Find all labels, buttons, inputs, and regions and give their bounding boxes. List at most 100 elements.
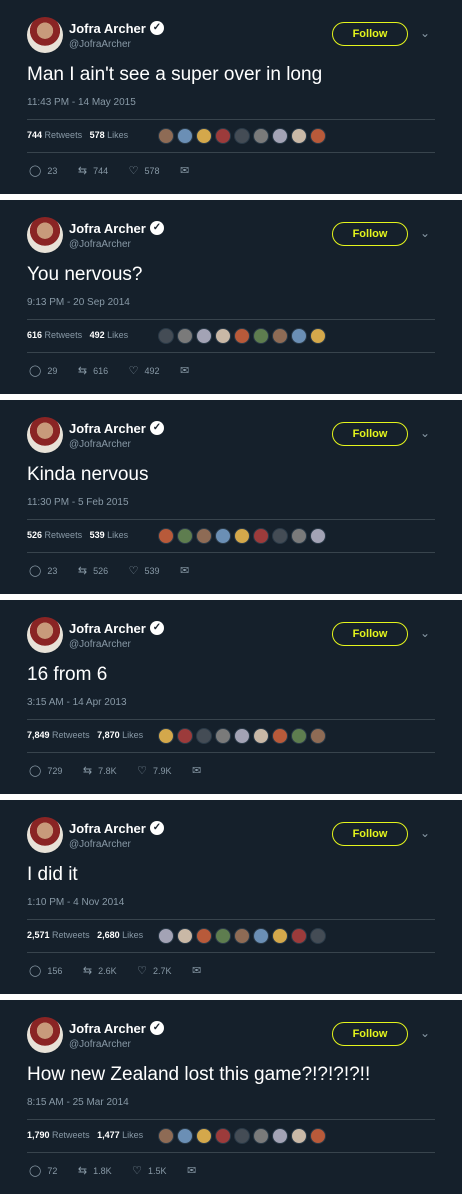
liker-avatar[interactable]	[291, 728, 307, 744]
tweet-card[interactable]: Jofra Archer ✓ @JofraArcher Follow ⌄ I d…	[0, 800, 462, 994]
liker-avatar[interactable]	[272, 128, 288, 144]
liker-avatar[interactable]	[310, 328, 326, 344]
liker-avatar[interactable]	[310, 728, 326, 744]
tweet-timestamp[interactable]: 1:10 PM - 4 Nov 2014	[27, 897, 124, 908]
liker-avatar[interactable]	[196, 928, 212, 944]
liker-avatar[interactable]	[215, 1128, 231, 1144]
liker-avatar[interactable]	[272, 928, 288, 944]
liker-avatar[interactable]	[215, 928, 231, 944]
liker-avatar[interactable]	[272, 1128, 288, 1144]
liker-avatar[interactable]	[215, 728, 231, 744]
liker-avatar[interactable]	[234, 128, 250, 144]
liker-avatar[interactable]	[253, 528, 269, 544]
avatar[interactable]	[27, 817, 63, 853]
retweet-button[interactable]: ⇆ 2.6K	[83, 964, 117, 977]
liker-avatar[interactable]	[234, 328, 250, 344]
liker-avatar[interactable]	[177, 528, 193, 544]
reply-button[interactable]: ◯ 29	[29, 364, 57, 377]
like-button[interactable]: ♡ 1.5K	[132, 1164, 166, 1177]
liker-avatar[interactable]	[158, 1128, 174, 1144]
dm-button[interactable]: ✉	[180, 364, 195, 377]
liker-avatar[interactable]	[177, 928, 193, 944]
dm-button[interactable]: ✉	[192, 964, 207, 977]
retweet-button[interactable]: ⇆ 1.8K	[78, 1164, 112, 1177]
likes-count[interactable]: 539	[90, 530, 105, 540]
reply-button[interactable]: ◯ 729	[29, 764, 62, 777]
chevron-down-icon[interactable]: ⌄	[420, 826, 430, 840]
liker-avatar[interactable]	[215, 328, 231, 344]
liker-avatar[interactable]	[158, 328, 174, 344]
follow-button[interactable]: Follow	[332, 1022, 408, 1046]
user-handle[interactable]: @JofraArcher	[69, 639, 131, 650]
dm-button[interactable]: ✉	[192, 764, 207, 777]
retweet-button[interactable]: ⇆ 526	[78, 564, 108, 577]
follow-button[interactable]: Follow	[332, 22, 408, 46]
follow-button[interactable]: Follow	[332, 622, 408, 646]
retweets-count[interactable]: 7,849	[27, 730, 50, 740]
liker-avatar[interactable]	[291, 128, 307, 144]
likes-count[interactable]: 492	[90, 330, 105, 340]
tweet-timestamp[interactable]: 11:43 PM - 14 May 2015	[27, 97, 136, 108]
avatar[interactable]	[27, 1017, 63, 1053]
like-button[interactable]: ♡ 539	[129, 564, 160, 577]
likes-count[interactable]: 7,870	[97, 730, 120, 740]
liker-avatar[interactable]	[177, 1128, 193, 1144]
reply-button[interactable]: ◯ 23	[29, 564, 57, 577]
liker-avatar[interactable]	[291, 328, 307, 344]
liker-avatar[interactable]	[177, 128, 193, 144]
liker-avatar[interactable]	[272, 328, 288, 344]
liker-avatar[interactable]	[234, 728, 250, 744]
retweets-count[interactable]: 616	[27, 330, 42, 340]
retweets-count[interactable]: 2,571	[27, 930, 50, 940]
user-handle[interactable]: @JofraArcher	[69, 439, 131, 450]
liker-avatar[interactable]	[234, 528, 250, 544]
liker-avatar[interactable]	[215, 528, 231, 544]
chevron-down-icon[interactable]: ⌄	[420, 626, 430, 640]
liker-avatar[interactable]	[310, 128, 326, 144]
avatar[interactable]	[27, 417, 63, 453]
liker-avatar[interactable]	[177, 728, 193, 744]
avatar[interactable]	[27, 17, 63, 53]
liker-avatar[interactable]	[158, 928, 174, 944]
follow-button[interactable]: Follow	[332, 822, 408, 846]
chevron-down-icon[interactable]: ⌄	[420, 226, 430, 240]
liker-avatar[interactable]	[310, 928, 326, 944]
user-handle[interactable]: @JofraArcher	[69, 839, 131, 850]
tweet-timestamp[interactable]: 8:15 AM - 25 Mar 2014	[27, 1097, 129, 1108]
liker-avatar[interactable]	[215, 128, 231, 144]
like-button[interactable]: ♡ 7.9K	[137, 764, 171, 777]
liker-avatar[interactable]	[177, 328, 193, 344]
follow-button[interactable]: Follow	[332, 422, 408, 446]
follow-button[interactable]: Follow	[332, 222, 408, 246]
liker-avatar[interactable]	[196, 528, 212, 544]
tweet-card[interactable]: Jofra Archer ✓ @JofraArcher Follow ⌄ How…	[0, 1000, 462, 1194]
liker-avatar[interactable]	[272, 728, 288, 744]
liker-avatar[interactable]	[291, 528, 307, 544]
likes-count[interactable]: 1,477	[97, 1130, 120, 1140]
liker-avatar[interactable]	[234, 1128, 250, 1144]
retweet-button[interactable]: ⇆ 744	[78, 164, 108, 177]
liker-avatar[interactable]	[253, 128, 269, 144]
like-button[interactable]: ♡ 578	[129, 164, 160, 177]
dm-button[interactable]: ✉	[180, 164, 195, 177]
reply-button[interactable]: ◯ 23	[29, 164, 57, 177]
tweet-timestamp[interactable]: 11:30 PM - 5 Feb 2015	[27, 497, 129, 508]
chevron-down-icon[interactable]: ⌄	[420, 26, 430, 40]
likes-count[interactable]: 2,680	[97, 930, 120, 940]
retweets-count[interactable]: 744	[27, 130, 42, 140]
liker-avatar[interactable]	[234, 928, 250, 944]
user-name[interactable]: Jofra Archer	[69, 1021, 146, 1036]
liker-avatar[interactable]	[253, 328, 269, 344]
user-name[interactable]: Jofra Archer	[69, 21, 146, 36]
liker-avatar[interactable]	[253, 928, 269, 944]
liker-avatar[interactable]	[196, 328, 212, 344]
likes-count[interactable]: 578	[90, 130, 105, 140]
liker-avatar[interactable]	[158, 728, 174, 744]
chevron-down-icon[interactable]: ⌄	[420, 426, 430, 440]
tweet-card[interactable]: Jofra Archer ✓ @JofraArcher Follow ⌄ Man…	[0, 0, 462, 194]
liker-avatar[interactable]	[196, 728, 212, 744]
avatar[interactable]	[27, 617, 63, 653]
liker-avatar[interactable]	[196, 128, 212, 144]
liker-avatar[interactable]	[253, 728, 269, 744]
dm-button[interactable]: ✉	[187, 1164, 202, 1177]
